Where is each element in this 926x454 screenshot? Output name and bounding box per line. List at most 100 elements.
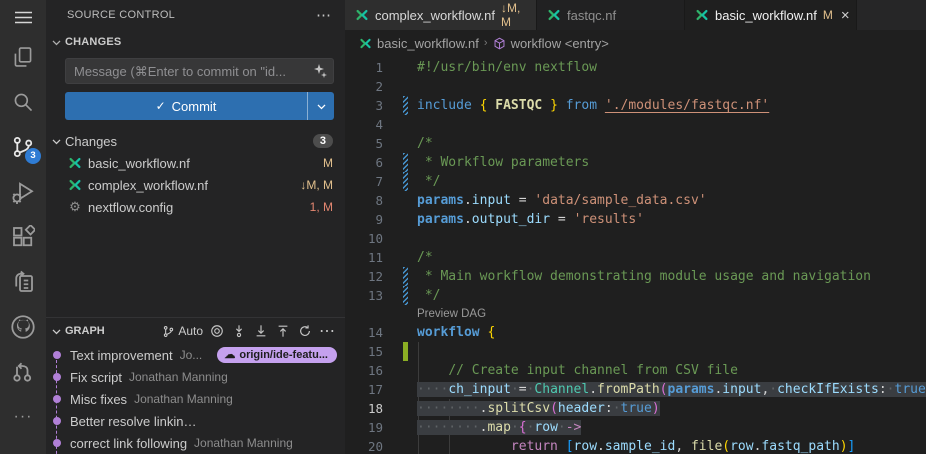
- code-line[interactable]: 5/*: [345, 134, 926, 153]
- tab-fastqc[interactable]: fastqc.nf: [537, 0, 685, 30]
- sidebar-item-github[interactable]: [0, 304, 46, 349]
- breadcrumb-symbol[interactable]: workflow <entry>: [493, 36, 609, 51]
- changes-section-label: CHANGES: [65, 36, 121, 48]
- commit-author: Jonathan Manning: [129, 370, 337, 384]
- branch-badge[interactable]: ☁ origin/ide-featu...: [217, 347, 337, 363]
- changes-tree-header[interactable]: Changes 3: [46, 130, 345, 152]
- sidebar-item-run-debug[interactable]: [0, 169, 46, 214]
- line-number: 13: [345, 286, 383, 305]
- code-line[interactable]: 11/*: [345, 248, 926, 267]
- code-line[interactable]: 19 ········.map·{·row·->: [345, 418, 926, 437]
- code-line[interactable]: 17····ch_input·=·Channel.fromPath(params…: [345, 380, 926, 399]
- breadcrumb-file[interactable]: basic_workflow.nf: [359, 36, 479, 51]
- graph-auto-label: Auto: [178, 324, 203, 338]
- graph-section-header[interactable]: GRAPH Auto: [46, 318, 345, 344]
- code-text: include { FASTQC } from './modules/fastq…: [408, 96, 769, 115]
- graph-target-button[interactable]: [207, 321, 227, 341]
- commit-row[interactable]: Text improvement Jo... ☁ origin/ide-feat…: [46, 344, 345, 366]
- sparkle-icon[interactable]: [312, 63, 328, 79]
- refresh-icon: [298, 324, 312, 338]
- commit-dropdown-button[interactable]: [307, 92, 334, 120]
- code-line[interactable]: 18········.splitCsv(header:·true): [345, 399, 926, 418]
- code-line[interactable]: 10: [345, 229, 926, 248]
- code-line[interactable]: 3include { FASTQC } from './modules/fast…: [345, 96, 926, 115]
- code-text: params.output_dir = 'results': [408, 210, 644, 229]
- code-text: [408, 229, 417, 248]
- graph-fetch-button[interactable]: [229, 321, 249, 341]
- line-number: 2: [345, 77, 383, 96]
- menu-button[interactable]: [0, 0, 46, 34]
- explorer-icon: [12, 46, 34, 68]
- nextflow-file-icon: [547, 8, 561, 22]
- line-number: 19: [345, 418, 383, 437]
- code-line[interactable]: 13 */: [345, 286, 926, 305]
- tab-bar: complex_workflow.nf ↓M, M fastqc.nf basi…: [345, 0, 926, 30]
- breadcrumb-symbol-label: workflow <entry>: [511, 36, 609, 51]
- graph-section: GRAPH Auto: [46, 317, 345, 454]
- line-number: 11: [345, 248, 383, 267]
- changes-section-header[interactable]: CHANGES: [46, 30, 345, 54]
- branch-icon: [162, 325, 175, 338]
- code-editor[interactable]: 1#!/usr/bin/env nextflow23include { FAST…: [345, 56, 926, 454]
- code-line[interactable]: 14workflow {: [345, 323, 926, 342]
- code-line[interactable]: 20 return [row.sample_id, file(row.fastq…: [345, 437, 926, 454]
- code-text: ········.map·{·row·->: [408, 418, 581, 437]
- code-line[interactable]: 8params.input = 'data/sample_data.csv': [345, 191, 926, 210]
- code-line[interactable]: 1#!/usr/bin/env nextflow: [345, 58, 926, 77]
- code-line[interactable]: 15: [345, 342, 926, 361]
- sidebar-item-explorer[interactable]: [0, 34, 46, 79]
- commit-message: Text improvement: [70, 348, 173, 363]
- panel-more-button[interactable]: ⋯: [312, 6, 335, 24]
- code-text: // Create input channel from CSV file: [408, 361, 738, 380]
- file-row-nextflow-config[interactable]: ⚙ nextflow.config 1, M: [46, 196, 345, 218]
- sidebar-item-references[interactable]: [0, 259, 46, 304]
- tab-complex-workflow[interactable]: complex_workflow.nf ↓M, M: [345, 0, 537, 30]
- code-line[interactable]: 2: [345, 77, 926, 96]
- codelens-preview-dag[interactable]: Preview DAG: [345, 305, 926, 323]
- sidebar-item-source-control[interactable]: 3: [0, 124, 46, 169]
- commit-button-main[interactable]: ✓ Commit: [65, 92, 307, 120]
- code-text: [408, 115, 417, 134]
- code-line[interactable]: 16 // Create input channel from CSV file: [345, 361, 926, 380]
- graph-refresh-button[interactable]: [295, 321, 315, 341]
- tab-label: fastqc.nf: [567, 8, 616, 23]
- commit-row[interactable]: correct link following Jonathan Manning: [46, 432, 345, 454]
- code-text: params.input = 'data/sample_data.csv': [408, 191, 707, 210]
- check-icon: ✓: [156, 99, 166, 113]
- commit-author: Jonathan Manning: [194, 436, 337, 450]
- branch-badge-label: origin/ide-featu...: [239, 349, 328, 361]
- commit-row[interactable]: Misc fixes Jonathan Manning: [46, 388, 345, 410]
- namespace-symbol-icon: [493, 37, 506, 50]
- file-row-basic-workflow[interactable]: basic_workflow.nf M: [46, 152, 345, 174]
- activity-more-button[interactable]: ···: [0, 394, 46, 439]
- code-text: [408, 342, 417, 361]
- code-line[interactable]: 6 * Workflow parameters: [345, 153, 926, 172]
- sidebar-item-extensions[interactable]: [0, 214, 46, 259]
- graph-push-button[interactable]: [273, 321, 293, 341]
- close-icon[interactable]: ×: [839, 8, 852, 23]
- code-line[interactable]: 12 * Main workflow demonstrating module …: [345, 267, 926, 286]
- tab-basic-workflow-active[interactable]: basic_workflow.nf M ×: [685, 0, 857, 30]
- file-row-complex-workflow[interactable]: complex_workflow.nf ↓M, M: [46, 174, 345, 196]
- commit-author: Jo...: [180, 348, 212, 362]
- chevron-down-icon: [51, 326, 62, 337]
- graph-pull-button[interactable]: [251, 321, 271, 341]
- sidebar-spacer: [46, 218, 345, 317]
- sidebar-item-git-graph[interactable]: [0, 349, 46, 394]
- code-line[interactable]: 4: [345, 115, 926, 134]
- graph-auto-button[interactable]: Auto: [160, 321, 205, 341]
- commit-button[interactable]: ✓ Commit: [65, 92, 334, 120]
- commit-message-input[interactable]: [65, 58, 334, 84]
- commit-dot-icon: [53, 373, 61, 381]
- line-number: 17: [345, 380, 383, 399]
- code-text: */: [408, 286, 440, 305]
- nextflow-file-icon: [359, 37, 372, 50]
- code-text: return [row.sample_id, file(row.fastq_pa…: [408, 437, 855, 454]
- code-line[interactable]: 7 */: [345, 172, 926, 191]
- line-number: 5: [345, 134, 383, 153]
- sidebar-item-search[interactable]: [0, 79, 46, 124]
- commit-row[interactable]: Fix script Jonathan Manning: [46, 366, 345, 388]
- commit-row[interactable]: Better resolve linking / process inspect…: [46, 410, 345, 432]
- code-line[interactable]: 9params.output_dir = 'results': [345, 210, 926, 229]
- graph-more-button[interactable]: ⋯: [317, 321, 337, 341]
